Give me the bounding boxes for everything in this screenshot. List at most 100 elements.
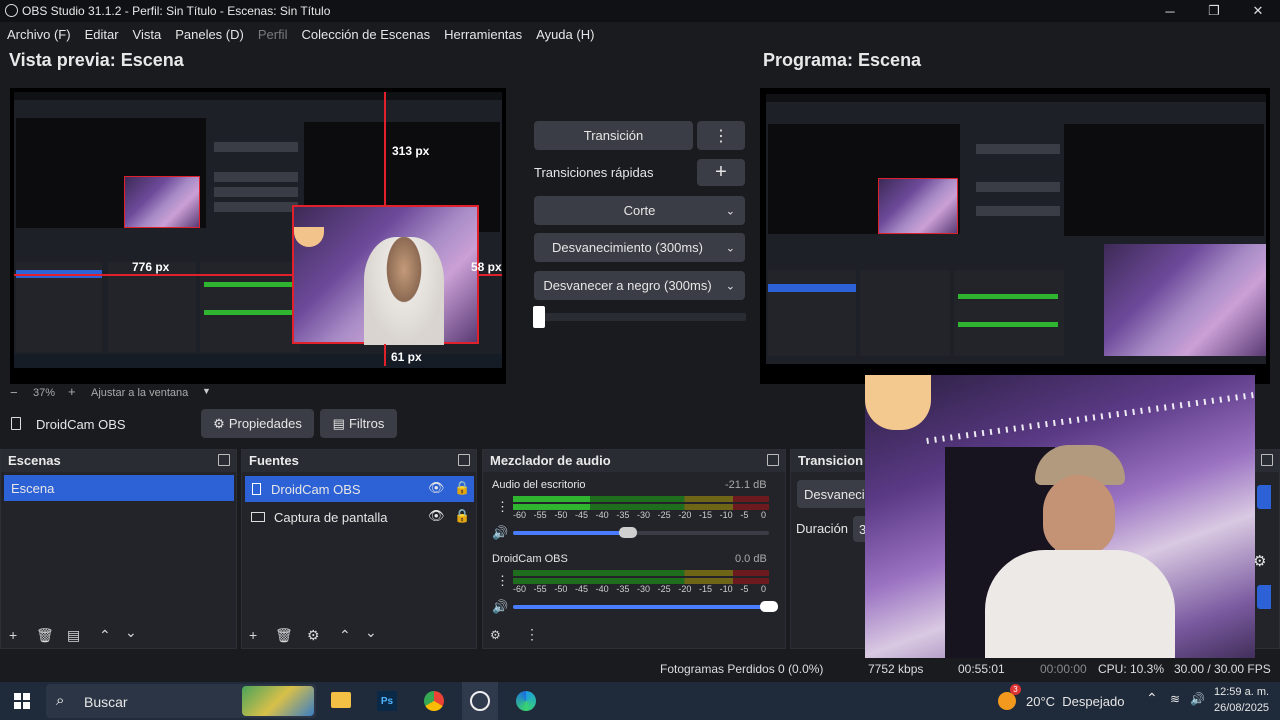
monitor-icon: [251, 512, 265, 522]
meter-tick-label: -30: [637, 584, 651, 594]
undock-icon[interactable]: [767, 454, 779, 466]
minimize-button[interactable]: ─: [1148, 0, 1192, 22]
undock-icon[interactable]: [218, 454, 230, 466]
remove-transition-button[interactable]: [1257, 585, 1271, 609]
gear-icon[interactable]: ⚙: [1253, 552, 1266, 570]
undock-icon[interactable]: [1261, 454, 1273, 466]
scene-item[interactable]: Escena: [4, 475, 234, 501]
tbar-slider-track[interactable]: [534, 313, 746, 321]
clock-time[interactable]: 12:59 a. m.: [1214, 686, 1269, 698]
zoom-out-button[interactable]: −: [10, 385, 18, 400]
streaming-time: 00:00:00: [1040, 662, 1087, 676]
tbar-slider-handle[interactable]: [533, 306, 545, 328]
volume-fill: [513, 605, 769, 609]
filters-button[interactable]: ▤ Filtros: [320, 409, 397, 438]
dim-label-bottom: 61 px: [391, 350, 422, 364]
wifi-icon[interactable]: ≋: [1170, 692, 1180, 706]
menu-tools[interactable]: Herramientas: [437, 27, 529, 42]
move-up-icon[interactable]: ⌃: [339, 627, 351, 644]
quick-transition-cut[interactable]: Corte ⌄: [534, 196, 745, 225]
search-icon: ⌕: [56, 692, 65, 709]
title-bar: OBS Studio 31.1.2 - Perfil: Sin Título -…: [0, 0, 1280, 22]
chevron-down-icon[interactable]: ▼: [202, 386, 211, 396]
transition-menu-button[interactable]: ⋮: [697, 121, 745, 150]
menu-bar: Archivo (F) Editar Vista Paneles (D) Per…: [0, 22, 1280, 46]
source-item-screen-capture[interactable]: Captura de pantalla 👁 🔒: [245, 504, 474, 530]
move-down-icon[interactable]: ⌄: [125, 624, 137, 641]
zoom-fit-select[interactable]: Ajustar a la ventana: [91, 387, 188, 399]
menu-help[interactable]: Ayuda (H): [529, 27, 601, 42]
chevron-down-icon: ⌄: [725, 205, 735, 217]
duration-label: Duración: [796, 521, 849, 536]
clock-date[interactable]: 26/08/2025: [1214, 702, 1269, 714]
transition-button[interactable]: Transición: [534, 121, 693, 150]
volume-track[interactable]: [513, 605, 769, 609]
edge-icon[interactable]: [516, 691, 536, 711]
meter-tick-label: -40: [595, 510, 609, 520]
speaker-icon[interactable]: 🔊: [492, 599, 508, 615]
menu-scene-collection[interactable]: Colección de Escenas: [294, 27, 437, 42]
obs-taskbar-icon[interactable]: [470, 691, 490, 711]
restore-button[interactable]: ❐: [1192, 0, 1236, 22]
channel-menu-icon[interactable]: ⋮: [496, 573, 509, 589]
chrome-icon[interactable]: [424, 691, 444, 711]
dim-label-right: 58 px: [471, 260, 502, 274]
channel-name: Audio del escritorio: [492, 479, 586, 491]
photoshop-icon[interactable]: Ps: [377, 691, 397, 711]
trash-icon[interactable]: 🗑: [36, 627, 54, 644]
lock-icon[interactable]: 🔒: [454, 508, 470, 524]
volume-slider-handle[interactable]: [619, 527, 638, 538]
level-meter: [513, 496, 769, 502]
add-quick-transition-button[interactable]: +: [697, 159, 745, 186]
weather-text[interactable]: 20°C Despejado: [1026, 694, 1124, 709]
file-explorer-icon[interactable]: [331, 692, 351, 708]
speaker-icon[interactable]: 🔊: [492, 525, 508, 541]
add-transition-button[interactable]: [1257, 485, 1271, 509]
menu-docks[interactable]: Paneles (D): [168, 27, 251, 42]
preview-canvas[interactable]: 313 px 776 px 58 px 61 px: [10, 88, 506, 384]
person: [985, 445, 1175, 665]
volume-slider-handle[interactable]: [760, 601, 778, 612]
channel-db: -21.1 dB: [725, 479, 767, 491]
taskbar-search-box[interactable]: ⌕ Buscar: [46, 684, 316, 718]
filter-icon[interactable]: ▤: [67, 627, 80, 644]
zoom-in-button[interactable]: +: [68, 384, 76, 399]
menu-profile[interactable]: Perfil: [251, 27, 295, 42]
eye-icon[interactable]: 👁: [428, 508, 445, 524]
meter-tick-label: 0: [761, 584, 767, 594]
channel-menu-icon[interactable]: ⋮: [496, 499, 509, 515]
dim-label-left: 776 px: [132, 260, 170, 274]
advanced-audio-gear-icon[interactable]: ⚙: [490, 628, 501, 642]
add-icon[interactable]: +: [249, 627, 257, 643]
undock-icon[interactable]: [458, 454, 470, 466]
menu-view[interactable]: Vista: [126, 27, 169, 42]
obs-logo-icon: [5, 4, 18, 17]
mixer-menu-icon[interactable]: ⋮: [525, 626, 539, 643]
menu-edit[interactable]: Editar: [78, 27, 126, 42]
meter-tick-label: -50: [554, 584, 568, 594]
trash-icon[interactable]: 🗑: [275, 627, 293, 644]
move-up-icon[interactable]: ⌃: [99, 627, 111, 644]
menu-file[interactable]: Archivo (F): [0, 27, 78, 42]
program-canvas: [760, 88, 1270, 384]
source-item-droidcam[interactable]: DroidCam OBS 👁 🔒: [245, 476, 474, 502]
droidcam-source-selected[interactable]: [292, 205, 479, 345]
volume-track[interactable]: [513, 531, 769, 535]
gear-icon[interactable]: ⚙: [307, 627, 320, 644]
quick-transition-fade[interactable]: Desvanecimiento (300ms) ⌄: [534, 233, 745, 262]
properties-button[interactable]: ⚙ Propiedades: [201, 409, 314, 438]
move-down-icon[interactable]: ⌄: [365, 624, 377, 641]
mixer-title: Mezclador de audio: [490, 453, 611, 468]
close-button[interactable]: ✕: [1236, 0, 1280, 22]
meter-tick-label: -25: [657, 584, 671, 594]
eye-icon[interactable]: 👁: [428, 480, 445, 496]
dim-label-top: 313 px: [392, 144, 430, 158]
volume-icon[interactable]: 🔊: [1190, 692, 1205, 706]
quick-transition-fade-black[interactable]: Desvanecer a negro (300ms) ⌄: [534, 271, 745, 300]
meter-tick-label: -55: [533, 584, 547, 594]
lock-icon[interactable]: 🔒: [454, 480, 470, 496]
windows-start-icon[interactable]: [14, 693, 30, 709]
chevron-up-icon[interactable]: ⌃: [1146, 690, 1158, 707]
meter-tick-label: -35: [616, 510, 630, 520]
add-icon[interactable]: +: [9, 627, 17, 643]
